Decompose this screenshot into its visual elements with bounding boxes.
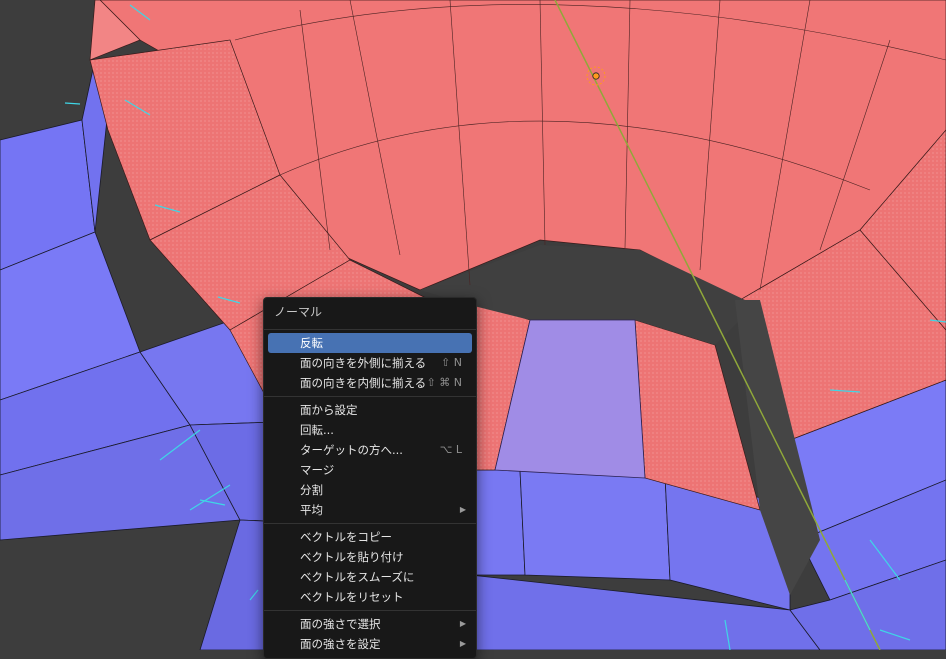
menu-item-shortcut: ⇧ N xyxy=(441,356,462,369)
menu-item[interactable]: 回転... xyxy=(268,420,472,440)
menu-item[interactable]: 面の向きを内側に揃える ⇧ ⌘ N xyxy=(268,373,472,393)
menu-item[interactable]: 反転 xyxy=(268,333,472,353)
menu-item-label: 面の向きを内側に揃える xyxy=(300,376,427,390)
menu-separator xyxy=(264,523,476,524)
menu-item[interactable]: ベクトルを貼り付け xyxy=(268,547,472,567)
menu-item-label: 回転... xyxy=(300,423,334,437)
menu-item-shortcut: ⌥ L xyxy=(439,443,462,456)
menu-item-label: 面の強さを設定 xyxy=(300,637,381,651)
submenu-arrow-icon: ▶ xyxy=(459,505,466,514)
normals-context-menu: ノーマル 反転面の向きを外側に揃える ⇧ N 面の向きを内側に揃える ⇧ ⌘ N 面から… xyxy=(263,297,477,659)
menu-item[interactable]: 面の強さを設定 ▶ xyxy=(268,634,472,654)
menu-separator xyxy=(264,329,476,330)
menu-item-label: ベクトルをコピー xyxy=(300,530,392,544)
menu-item[interactable]: マージ xyxy=(268,460,472,480)
menu-item[interactable]: 面の向きを外側に揃える ⇧ N xyxy=(268,353,472,373)
menu-item-label: 分割 xyxy=(300,483,323,497)
menu-separator xyxy=(264,396,476,397)
menu-item-label: ターゲットの方へ... xyxy=(300,443,403,457)
menu-title: ノーマル xyxy=(274,305,323,319)
menu-item-label: 面から設定 xyxy=(300,403,358,417)
menu-item-shortcut: ⇧ ⌘ N xyxy=(426,376,462,389)
menu-item[interactable]: ベクトルをスムーズに xyxy=(268,567,472,587)
menu-item-label: ベクトルをリセット xyxy=(300,590,404,604)
submenu-arrow-icon: ▶ xyxy=(459,619,466,628)
menu-body: 反転面の向きを外側に揃える ⇧ N 面の向きを内側に揃える ⇧ ⌘ N 面から設定回転.… xyxy=(264,329,476,654)
menu-item-label: 面の強さで選択 xyxy=(300,617,381,631)
menu-item[interactable]: ベクトルをリセット xyxy=(268,587,472,607)
menu-item[interactable]: ターゲットの方へ... ⌥ L xyxy=(268,440,472,460)
menu-item-label: 面の向きを外側に揃える xyxy=(300,356,427,370)
menu-item-label: ベクトルをスムーズに xyxy=(300,570,415,584)
menu-separator xyxy=(264,610,476,611)
menu-item[interactable]: ベクトルをコピー xyxy=(268,527,472,547)
menu-item[interactable]: 分割 xyxy=(268,480,472,500)
menu-item-label: ベクトルを貼り付け xyxy=(300,550,404,564)
menu-item[interactable]: 面の強さで選択 ▶ xyxy=(268,614,472,634)
submenu-arrow-icon: ▶ xyxy=(459,639,466,648)
menu-item-label: マージ xyxy=(300,463,335,477)
menu-item[interactable]: 平均 ▶ xyxy=(268,500,472,520)
menu-item-label: 反転 xyxy=(300,336,323,350)
menu-item[interactable]: 面から設定 xyxy=(268,400,472,420)
menu-item-label: 平均 xyxy=(300,503,323,517)
